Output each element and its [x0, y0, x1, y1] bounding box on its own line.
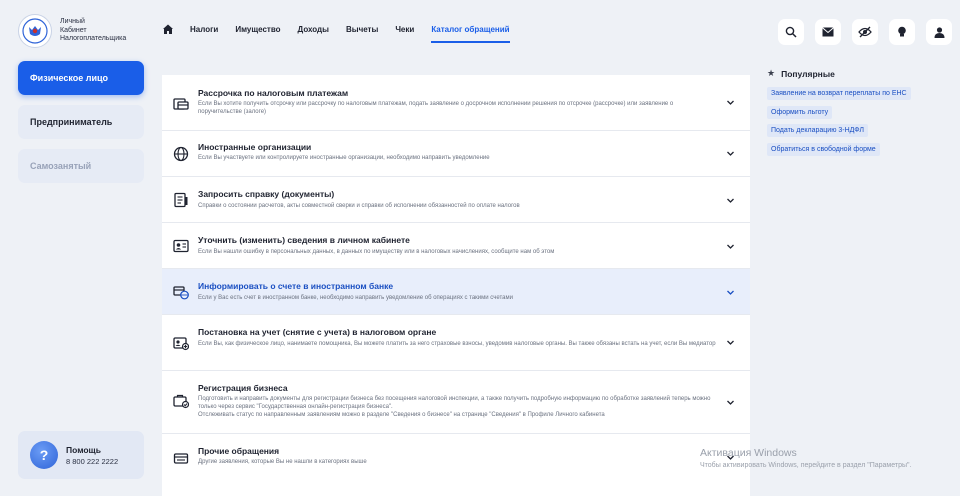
catalog-item-other-requests[interactable]: Прочие обращения Другие заявления, котор…: [162, 434, 750, 496]
sidebar-item-self-employed[interactable]: Самозанятый: [18, 149, 144, 183]
question-icon: ?: [30, 441, 58, 469]
popular-link-3ndfl[interactable]: Подать декларацию 3-НДФЛ: [767, 124, 868, 137]
other-requests-icon: [173, 453, 189, 464]
document-icon: [174, 192, 188, 208]
catalog-item-title: Уточнить (изменить) сведения в личном ка…: [198, 235, 410, 245]
messages-button[interactable]: [815, 19, 841, 45]
catalog-item-title: Иностранные организации: [198, 142, 312, 152]
popular-link-benefit[interactable]: Оформить льготу: [767, 106, 833, 119]
windows-activation-watermark: Активация Windows Чтобы активировать Win…: [700, 447, 911, 469]
catalog-item-desc: Справки о состоянии расчетов, акты совме…: [198, 203, 520, 209]
catalog-item-desc: Подготовить и направить документы для ре…: [198, 396, 711, 419]
help-title: Помощь: [66, 444, 101, 455]
catalog-item-desc: Если у Вас есть счет в иностранном банке…: [198, 295, 513, 301]
request-catalog-list: Рассрочка по налоговым платежам Если Вы …: [162, 75, 750, 496]
search-button[interactable]: [778, 19, 804, 45]
catalog-item-foreign-organizations[interactable]: Иностранные организации Если Вы участвуе…: [162, 131, 750, 177]
popular-heading: ★ Популярные: [767, 68, 952, 79]
search-icon: [785, 26, 797, 38]
watermark-title: Активация Windows: [700, 447, 797, 459]
chevron-down-icon: [727, 151, 734, 156]
tips-button[interactable]: [889, 19, 915, 45]
catalog-item-title: Постановка на учет (снятие с учета) в на…: [198, 327, 437, 337]
help-card[interactable]: ? Помощь 8 800 222 2222: [18, 431, 144, 479]
catalog-item-request-certificate[interactable]: Запросить справку (документы) Справки о …: [162, 177, 750, 223]
registration-icon: [173, 337, 189, 351]
chevron-down-icon: [727, 290, 734, 295]
header-actions: [767, 19, 952, 45]
lightbulb-icon: [898, 26, 906, 37]
chevron-down-icon: [727, 100, 734, 105]
nav-request-catalog[interactable]: Каталог обращений: [431, 25, 510, 43]
logo-line: Кабинет: [60, 26, 87, 34]
sidebar-item-entrepreneur[interactable]: Предприниматель: [18, 105, 144, 139]
catalog-item-title: Запросить справку (документы): [198, 189, 335, 199]
popular-link-free-form[interactable]: Обратиться в свободной форме: [767, 143, 880, 156]
catalog-item-desc: Если Вы, как физическое лицо, нанимаете …: [198, 341, 716, 347]
globe-icon: [173, 146, 189, 162]
payment-icon: [173, 98, 189, 110]
catalog-item-desc: Если Вы хотите получить отсрочку или рас…: [198, 101, 674, 116]
nav-taxes[interactable]: Налоги: [190, 25, 218, 34]
emblem-icon: [18, 14, 52, 48]
header: Налоги Имущество Доходы Вычеты Чеки Ката…: [158, 0, 960, 64]
catalog-item-tax-registration[interactable]: Постановка на учет (снятие с учета) в на…: [162, 315, 750, 371]
popular-link-ens-refund[interactable]: Заявление на возврат переплаты по ЕНС: [767, 87, 911, 100]
sidebar-item-individual[interactable]: Физическое лицо: [18, 61, 144, 95]
chevron-down-icon: [727, 244, 734, 249]
logo-line: Налогоплательщика: [60, 35, 127, 43]
catalog-item-desc: Если Вы участвуете или контролируете ино…: [198, 155, 490, 161]
logo[interactable]: Личный Кабинет Налогоплательщика: [18, 14, 130, 48]
nav-deductions[interactable]: Вычеты: [346, 25, 378, 34]
user-icon: [934, 26, 944, 38]
sidebar: Личный Кабинет Налогоплательщика Физичес…: [0, 0, 158, 496]
profile-button[interactable]: [926, 19, 952, 45]
star-icon: ★: [767, 68, 776, 78]
chevron-down-icon: [727, 340, 734, 345]
business-icon: [173, 394, 189, 409]
chevron-down-icon: [727, 198, 734, 203]
catalog-item-title: Прочие обращения: [198, 446, 280, 456]
logo-line: Личный: [60, 18, 85, 26]
popular-panel: ★ Популярные Заявление на возврат перепл…: [767, 68, 952, 156]
visually-impaired-button[interactable]: [852, 19, 878, 45]
watermark-subtitle: Чтобы активировать Windows, перейдите в …: [700, 462, 912, 469]
catalog-item-foreign-bank-account[interactable]: Информировать о счете в иностранном банк…: [162, 269, 750, 315]
catalog-item-business-registration[interactable]: Регистрация бизнеса Подготовить и направ…: [162, 371, 750, 434]
home-icon[interactable]: [162, 22, 176, 36]
nav-property[interactable]: Имущество: [235, 25, 280, 34]
nav-receipts[interactable]: Чеки: [395, 25, 414, 34]
logo-text: Личный Кабинет Налогоплательщика: [60, 18, 130, 44]
catalog-item-title: Рассрочка по налоговым платежам: [198, 88, 349, 98]
catalog-item-update-profile[interactable]: Уточнить (изменить) сведения в личном ка…: [162, 223, 750, 269]
foreign-bank-icon: [173, 286, 189, 300]
catalog-item-installment[interactable]: Рассрочка по налоговым платежам Если Вы …: [162, 75, 750, 131]
catalog-item-title: Регистрация бизнеса: [198, 383, 288, 393]
catalog-item-desc: Если Вы нашли ошибку в персональных данн…: [198, 249, 555, 255]
eye-off-icon: [858, 26, 872, 38]
chevron-down-icon: [727, 400, 734, 405]
mail-icon: [822, 27, 834, 37]
catalog-item-title: Информировать о счете в иностранном банк…: [198, 281, 394, 291]
nav-income[interactable]: Доходы: [298, 25, 329, 34]
id-card-icon: [173, 239, 189, 253]
help-phone: 8 800 222 2222: [66, 456, 119, 466]
catalog-item-desc: Другие заявления, которые Вы не нашли в …: [198, 459, 367, 465]
popular-title: Популярные: [781, 68, 835, 79]
main-nav: Налоги Имущество Доходы Вычеты Чеки Ката…: [162, 22, 527, 43]
